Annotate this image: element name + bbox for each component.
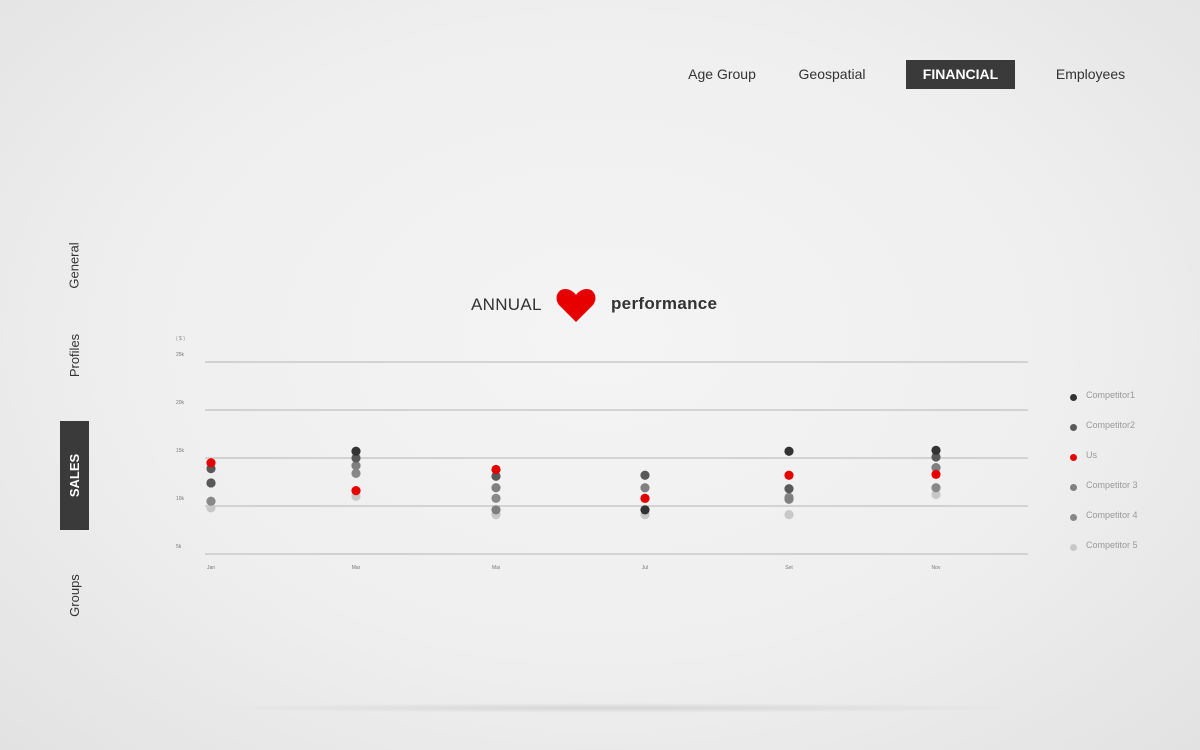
data-point-competitor2[interactable] — [206, 478, 216, 488]
chart-floor-shadow — [200, 703, 1030, 713]
legend-label: Competitor2 — [1086, 420, 1136, 430]
x-tick-label: Nov — [932, 565, 941, 571]
legend-swatch — [1070, 454, 1077, 461]
legend-swatch — [1070, 544, 1077, 551]
y-unit-label: ( $ ) — [176, 336, 185, 342]
legend-swatch — [1070, 424, 1077, 431]
y-tick-label: 15k — [176, 448, 185, 454]
legend-item[interactable]: Competitor 3 — [1068, 478, 1188, 498]
data-point-us[interactable] — [931, 469, 941, 479]
x-tick-label: Mai — [492, 565, 500, 571]
legend-label: Competitor 3 — [1086, 480, 1138, 490]
data-point-us[interactable] — [491, 464, 501, 475]
legend-item[interactable]: Competitor2 — [1068, 418, 1188, 438]
data-point-us[interactable] — [784, 470, 794, 480]
data-point-competitor2[interactable] — [784, 484, 794, 494]
data-point-competitor-3[interactable] — [491, 483, 501, 493]
legend-item[interactable]: Competitor 4 — [1068, 508, 1188, 528]
data-point-competitor-5[interactable] — [784, 510, 794, 520]
legend-item[interactable]: Competitor 5 — [1068, 538, 1188, 558]
y-tick-label: 25k — [176, 352, 185, 358]
data-point-us[interactable] — [206, 458, 216, 468]
data-point-competitor2[interactable] — [640, 470, 650, 480]
data-point-us[interactable] — [351, 486, 361, 496]
legend-item[interactable]: Competitor1 — [1068, 388, 1188, 408]
data-point-competitor1[interactable] — [931, 445, 941, 455]
x-tick-label: Set — [785, 565, 793, 571]
x-tick-label: Mar — [352, 565, 361, 571]
legend-swatch — [1070, 484, 1077, 491]
legend-swatch — [1070, 514, 1077, 521]
legend-label: Competitor 4 — [1086, 510, 1138, 520]
data-point-us[interactable] — [640, 493, 650, 503]
data-point-competitor-3[interactable] — [640, 483, 650, 493]
data-point-competitor-4[interactable] — [491, 493, 501, 503]
y-tick-label: 5k — [176, 544, 182, 550]
data-point-competitor1[interactable] — [640, 505, 650, 515]
data-point-competitor1[interactable] — [784, 446, 794, 456]
legend-label: Competitor 5 — [1086, 540, 1138, 550]
data-point-competitor-3[interactable] — [784, 494, 794, 504]
x-tick-label: Jul — [642, 565, 648, 571]
x-tick-label: Jan — [207, 565, 215, 571]
data-point-competitor-4[interactable] — [206, 496, 216, 506]
data-point-competitor1[interactable] — [351, 446, 361, 456]
legend-label: Us — [1086, 450, 1097, 460]
legend-item[interactable]: Us — [1068, 448, 1188, 468]
data-point-competitor-4[interactable] — [931, 483, 941, 493]
legend-swatch — [1070, 394, 1077, 401]
scatter-chart: 5k 10k 15k 20k 25k ( $ ) Jan Mar Mai Jul Set Nov — [176, 336, 1028, 571]
y-tick-label: 20k — [176, 400, 185, 406]
data-point-competitor-3[interactable] — [491, 505, 501, 515]
legend-label: Competitor1 — [1086, 390, 1136, 400]
y-tick-label: 10k — [176, 496, 185, 502]
